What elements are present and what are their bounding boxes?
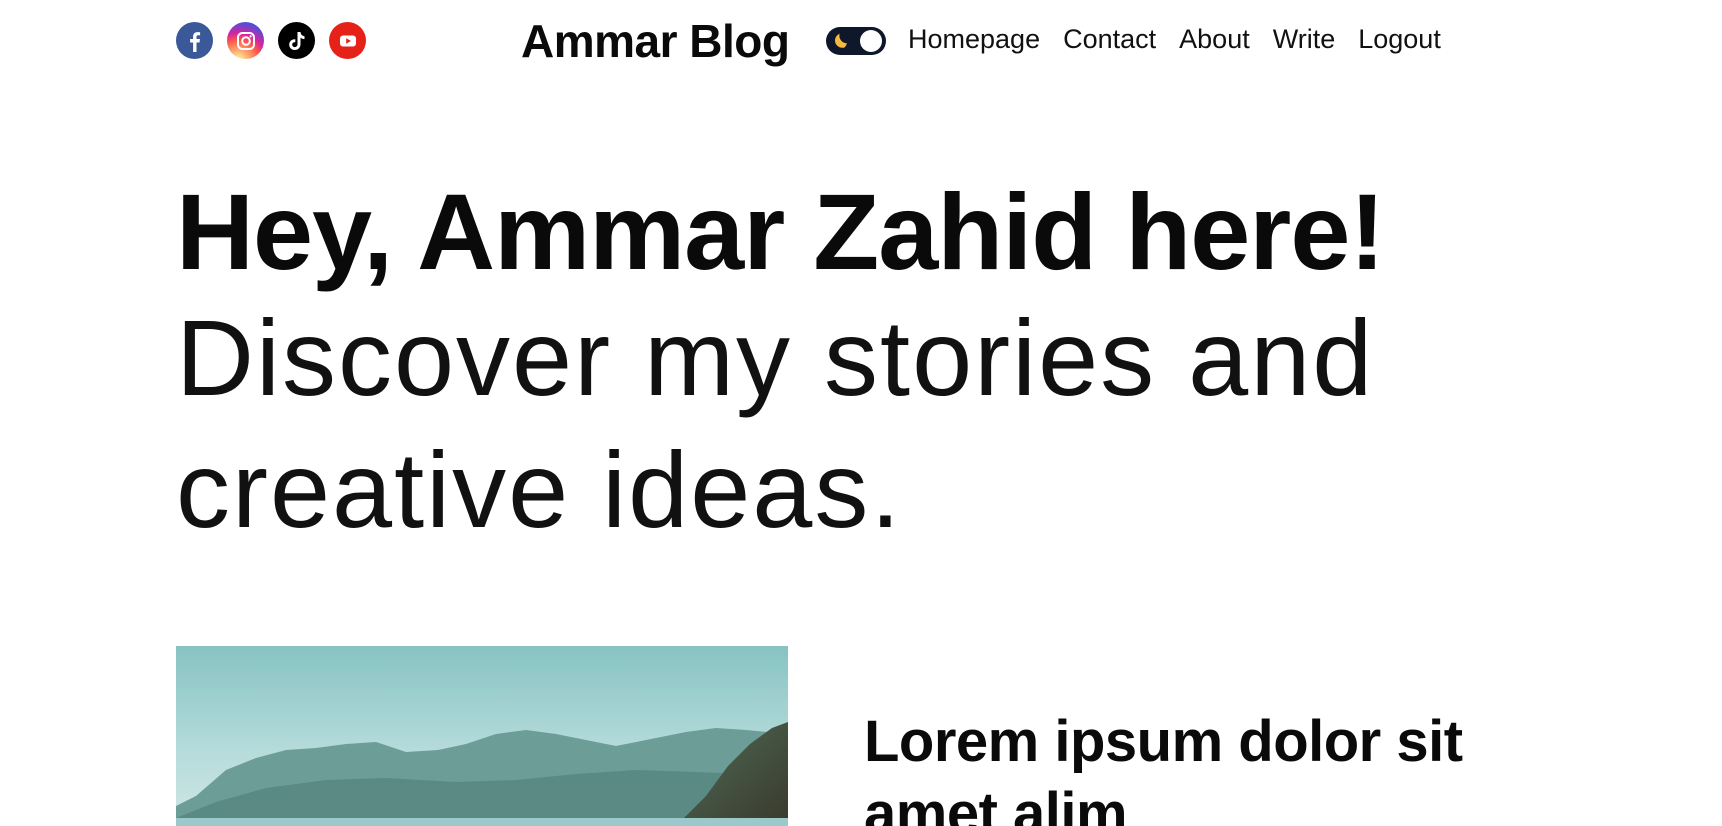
youtube-icon[interactable]: [329, 22, 366, 59]
facebook-icon[interactable]: [176, 22, 213, 59]
nav-links: Homepage Contact About Write Logout: [908, 24, 1441, 55]
navbar: Ammar Blog Homepage Contact About Write …: [176, 0, 1476, 84]
nav-link-about[interactable]: About: [1179, 24, 1250, 55]
nav-link-write[interactable]: Write: [1273, 24, 1336, 55]
page: Ammar Blog Homepage Contact About Write …: [0, 0, 1722, 826]
nav-link-contact[interactable]: Contact: [1063, 24, 1156, 55]
toggle-knob: [860, 30, 882, 52]
social-links: [176, 22, 366, 59]
hero-tagline: Discover my stories and creative ideas.: [176, 297, 1375, 550]
featured-post-title[interactable]: Lorem ipsum dolor sit amet alim: [864, 706, 1484, 826]
featured-post-image[interactable]: [176, 646, 788, 826]
tiktok-icon[interactable]: [278, 22, 315, 59]
hero-greeting: Hey, Ammar Zahid here!: [176, 171, 1385, 292]
nav-link-logout[interactable]: Logout: [1358, 24, 1441, 55]
theme-toggle[interactable]: [826, 27, 886, 55]
instagram-icon[interactable]: [227, 22, 264, 59]
moon-icon: [831, 31, 851, 56]
coastal-landscape-image: [176, 646, 788, 826]
nav-link-homepage[interactable]: Homepage: [908, 24, 1040, 55]
site-logo[interactable]: Ammar Blog: [521, 14, 790, 68]
hero: Hey, Ammar Zahid here! Discover my stori…: [176, 172, 1576, 556]
